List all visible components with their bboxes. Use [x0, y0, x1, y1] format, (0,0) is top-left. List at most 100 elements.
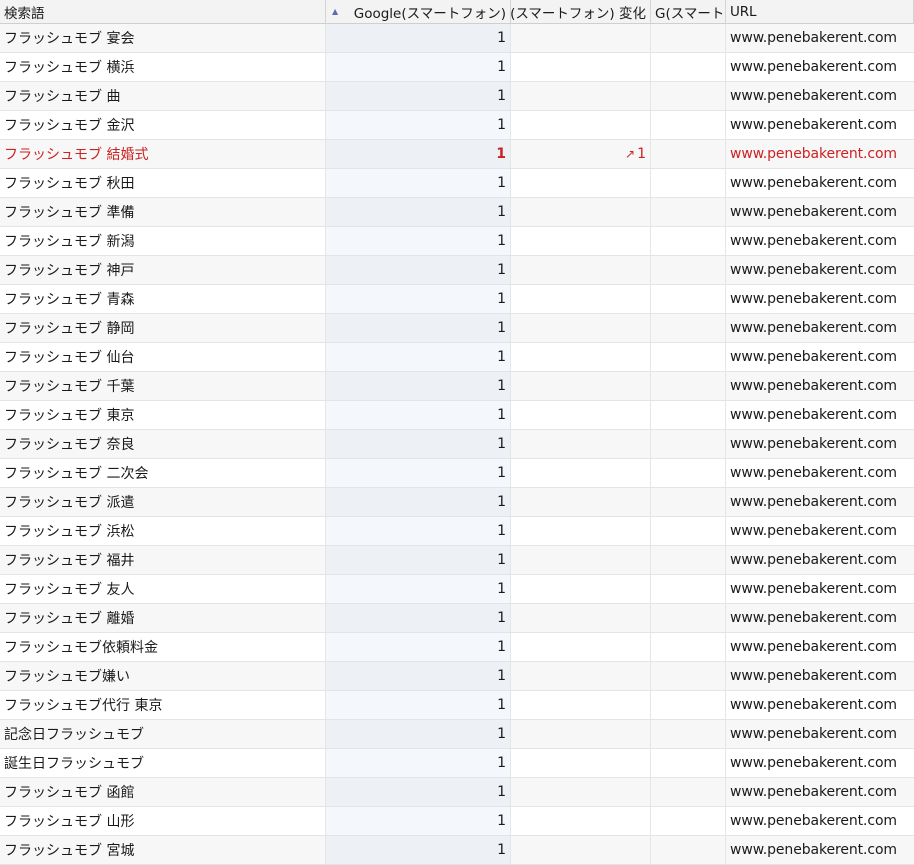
- table-row[interactable]: フラッシュモブ 東京 1 www.penebakerent.com: [0, 401, 914, 430]
- google-rank-cell: 1: [326, 778, 511, 806]
- url-text: www.penebakerent.com: [730, 697, 897, 713]
- google-rank-cell: 1: [326, 488, 511, 516]
- table-row[interactable]: フラッシュモブ依頼料金 1 www.penebakerent.com: [0, 633, 914, 662]
- table-row[interactable]: フラッシュモブ 奈良 1 www.penebakerent.com: [0, 430, 914, 459]
- table-row[interactable]: フラッシュモブ 浜松 1 www.penebakerent.com: [0, 517, 914, 546]
- google-rank-cell: 1: [326, 111, 511, 139]
- google-change-cell: [511, 111, 651, 139]
- url-cell: www.penebakerent.com: [726, 546, 914, 574]
- table-row[interactable]: フラッシュモブ 結婚式 1 ↗ 1 www.penebakerent.com: [0, 140, 914, 169]
- google-prev-cell: [651, 459, 726, 487]
- table-row[interactable]: 誕生日フラッシュモブ 1 www.penebakerent.com: [0, 749, 914, 778]
- table-row[interactable]: フラッシュモブ 宴会 1 www.penebakerent.com: [0, 24, 914, 53]
- table-row[interactable]: フラッシュモブ 秋田 1 www.penebakerent.com: [0, 169, 914, 198]
- keyword-text: フラッシュモブ 青森: [4, 292, 135, 308]
- google-rank-cell: 1: [326, 575, 511, 603]
- google-change-cell: [511, 401, 651, 429]
- google-change-cell: [511, 343, 651, 371]
- keyword-text: フラッシュモブ 千葉: [4, 379, 135, 395]
- keyword-text: フラッシュモブ 秋田: [4, 176, 135, 192]
- keyword-text: フラッシュモブ 宮城: [4, 843, 135, 859]
- google-rank-cell: 1: [326, 198, 511, 226]
- google-prev-cell: [651, 778, 726, 806]
- google-prev-cell: [651, 111, 726, 139]
- url-text: www.penebakerent.com: [730, 755, 897, 771]
- url-text: www.penebakerent.com: [730, 494, 897, 510]
- google-change-cell: ↗ 1: [511, 140, 651, 168]
- table-row[interactable]: フラッシュモブ 横浜 1 www.penebakerent.com: [0, 53, 914, 82]
- table-row[interactable]: フラッシュモブ 金沢 1 www.penebakerent.com: [0, 111, 914, 140]
- keyword-text: フラッシュモブ 山形: [4, 814, 135, 830]
- google-prev-cell: [651, 807, 726, 835]
- keyword-cell: フラッシュモブ 金沢: [0, 111, 326, 139]
- google-prev-cell: [651, 691, 726, 719]
- table-row[interactable]: フラッシュモブ 福井 1 www.penebakerent.com: [0, 546, 914, 575]
- keyword-text: フラッシュモブ 浜松: [4, 524, 135, 540]
- google-prev-cell: [651, 372, 726, 400]
- google-rank-cell: 1: [326, 633, 511, 661]
- google-rank-value: 1: [497, 349, 506, 365]
- google-change-cell: [511, 807, 651, 835]
- keyword-cell: 誕生日フラッシュモブ: [0, 749, 326, 777]
- google-rank-cell: 1: [326, 517, 511, 545]
- table-row[interactable]: フラッシュモブ 神戸 1 www.penebakerent.com: [0, 256, 914, 285]
- google-change-cell: [511, 82, 651, 110]
- table-row[interactable]: フラッシュモブ 函館 1 www.penebakerent.com: [0, 778, 914, 807]
- table-row[interactable]: フラッシュモブ代行 東京 1 www.penebakerent.com: [0, 691, 914, 720]
- google-change-cell: [511, 517, 651, 545]
- table-row[interactable]: フラッシュモブ 離婚 1 www.penebakerent.com: [0, 604, 914, 633]
- url-cell: www.penebakerent.com: [726, 53, 914, 81]
- keyword-cell: フラッシュモブ 離婚: [0, 604, 326, 632]
- column-header-google-change[interactable]: G(スマートフォン) 変化: [511, 0, 651, 23]
- url-cell: www.penebakerent.com: [726, 517, 914, 545]
- table-row[interactable]: フラッシュモブ 青森 1 www.penebakerent.com: [0, 285, 914, 314]
- table-row[interactable]: フラッシュモブ 新潟 1 www.penebakerent.com: [0, 227, 914, 256]
- table-row[interactable]: フラッシュモブ 宮城 1 www.penebakerent.com: [0, 836, 914, 865]
- google-rank-value: 1: [497, 552, 506, 568]
- google-rank-value: 1: [497, 668, 506, 684]
- url-text: www.penebakerent.com: [730, 552, 897, 568]
- url-text: www.penebakerent.com: [730, 465, 897, 481]
- keyword-text: フラッシュモブ 神戸: [4, 263, 135, 279]
- column-header-keyword[interactable]: 検索語: [0, 0, 326, 23]
- keyword-text: フラッシュモブ代行 東京: [4, 698, 163, 714]
- column-header-google-label: Google(スマートフォン): [353, 5, 506, 22]
- table-row[interactable]: フラッシュモブ 二次会 1 www.penebakerent.com: [0, 459, 914, 488]
- url-text: www.penebakerent.com: [730, 436, 897, 452]
- keyword-text: フラッシュモブ 横浜: [4, 60, 135, 76]
- google-prev-cell: [651, 24, 726, 52]
- table-row[interactable]: フラッシュモブ 山形 1 www.penebakerent.com: [0, 807, 914, 836]
- url-text: www.penebakerent.com: [730, 378, 897, 394]
- url-cell: www.penebakerent.com: [726, 720, 914, 748]
- table-row[interactable]: フラッシュモブ 仙台 1 www.penebakerent.com: [0, 343, 914, 372]
- table-row[interactable]: フラッシュモブ嫌い 1 www.penebakerent.com: [0, 662, 914, 691]
- google-rank-value: 1: [497, 291, 506, 307]
- table-row[interactable]: フラッシュモブ 千葉 1 www.penebakerent.com: [0, 372, 914, 401]
- column-header-google-smartphone[interactable]: ▲ Google(スマートフォン): [326, 0, 511, 23]
- google-rank-cell: 1: [326, 691, 511, 719]
- url-text: www.penebakerent.com: [730, 639, 897, 655]
- keyword-cell: フラッシュモブ 静岡: [0, 314, 326, 342]
- keyword-cell: フラッシュモブ 新潟: [0, 227, 326, 255]
- url-cell: www.penebakerent.com: [726, 343, 914, 371]
- google-rank-cell: 1: [326, 662, 511, 690]
- column-header-url[interactable]: URL: [726, 0, 914, 23]
- google-change-value: 1: [637, 146, 646, 162]
- table-row[interactable]: フラッシュモブ 静岡 1 www.penebakerent.com: [0, 314, 914, 343]
- google-rank-value: 1: [497, 726, 506, 742]
- google-change-cell: [511, 836, 651, 864]
- table-row[interactable]: フラッシュモブ 派遣 1 www.penebakerent.com: [0, 488, 914, 517]
- google-change-cell: [511, 314, 651, 342]
- column-header-google-prev[interactable]: G(スマートフ...: [651, 0, 726, 23]
- url-text: www.penebakerent.com: [730, 581, 897, 597]
- table-row[interactable]: 記念日フラッシュモブ 1 www.penebakerent.com: [0, 720, 914, 749]
- rank-up-arrow-icon: ↗: [625, 147, 636, 161]
- google-rank-value: 1: [497, 755, 506, 771]
- table-row[interactable]: フラッシュモブ 友人 1 www.penebakerent.com: [0, 575, 914, 604]
- table-row[interactable]: フラッシュモブ 曲 1 www.penebakerent.com: [0, 82, 914, 111]
- keyword-cell: フラッシュモブ 宮城: [0, 836, 326, 864]
- url-cell: www.penebakerent.com: [726, 807, 914, 835]
- url-text: www.penebakerent.com: [730, 204, 897, 220]
- keyword-cell: フラッシュモブ 仙台: [0, 343, 326, 371]
- table-row[interactable]: フラッシュモブ 準備 1 www.penebakerent.com: [0, 198, 914, 227]
